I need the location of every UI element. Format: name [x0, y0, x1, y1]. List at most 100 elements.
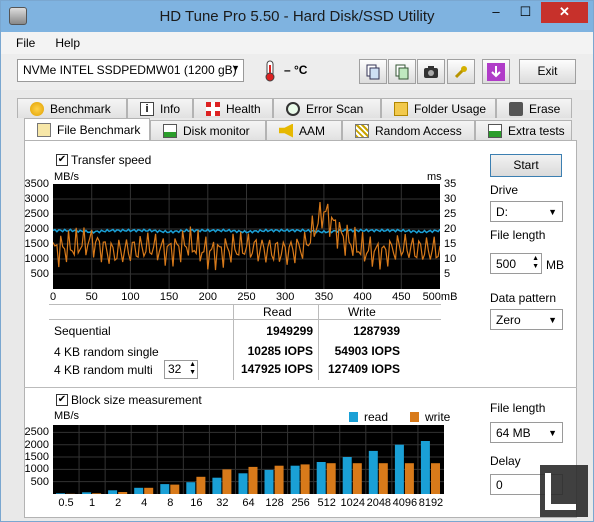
camera-icon	[424, 65, 438, 78]
write-bar	[431, 463, 440, 494]
write-bar	[378, 463, 388, 494]
y2-tick-label: 15	[444, 238, 457, 250]
block-size-checkbox[interactable]: ✔	[56, 394, 68, 406]
tab-label: Folder Usage	[414, 101, 487, 116]
copy-info-button[interactable]	[359, 59, 387, 84]
tab-health[interactable]: Health	[193, 98, 273, 118]
write-bar	[274, 465, 284, 494]
y2-tick-label: 35	[444, 178, 457, 190]
write-bar	[170, 484, 180, 494]
write-bar	[196, 476, 206, 494]
tab-random-access[interactable]: Random Access	[342, 120, 475, 140]
drive-label: Drive	[490, 183, 519, 197]
read-bar	[316, 462, 326, 494]
x-tick-label: 200	[198, 291, 217, 303]
screenshot-button[interactable]	[417, 59, 445, 84]
row-4kb-single-read: 10285 IOPS	[247, 344, 313, 358]
read-bar	[420, 441, 430, 494]
x-tick-label: 400	[353, 291, 372, 303]
health-cross-icon	[206, 101, 220, 116]
section-divider	[24, 387, 577, 388]
block-y-tick-label: 1000	[24, 463, 49, 476]
y2-tick-label: 10	[444, 253, 457, 265]
row-4kb-single-label: 4 KB random single	[54, 345, 159, 359]
row-sequential-label: Sequential	[54, 324, 111, 338]
options-button[interactable]	[447, 59, 475, 84]
window-title: HD Tune Pro 5.50 - Hard Disk/SSD Utility	[159, 8, 435, 25]
read-bar	[368, 450, 378, 494]
toolbar: NVMe INTEL SSDPEDMW01 (1200 gB) ▼ – °C E…	[1, 54, 593, 90]
tab-folder-usage[interactable]: Folder Usage	[381, 98, 496, 118]
tab-label: AAM	[299, 123, 326, 138]
delay-value: 0	[496, 478, 503, 492]
tab-label: Random Access	[375, 123, 462, 138]
temperature-readout: – °C	[284, 63, 308, 77]
row-4kb-single-write: 54903 IOPS	[334, 344, 400, 358]
data-pattern-dropdown[interactable]: Zero ▼	[490, 309, 563, 330]
data-pattern-value: Zero	[496, 313, 521, 327]
spinner-arrows-icon[interactable]: ▲ ▼	[189, 361, 196, 377]
write-bar	[326, 463, 336, 494]
menu-help[interactable]: Help	[55, 36, 80, 50]
x-tick-label: 250	[237, 291, 256, 303]
close-button[interactable]: ✕	[541, 2, 588, 23]
block-y-tick-label: 2500	[24, 426, 49, 439]
y-tick-label: 3500	[24, 178, 49, 190]
drive-letter-dropdown[interactable]: D: ▼	[490, 201, 563, 222]
extra-tests-icon	[488, 123, 502, 138]
tab-error-scan[interactable]: Error Scan	[273, 98, 381, 118]
tab-erase[interactable]: Erase	[496, 98, 572, 118]
y-tick-label: 2500	[24, 208, 49, 220]
menu-bar: File Help	[1, 32, 593, 54]
results-divider	[49, 304, 441, 305]
y-tick-label: 2000	[24, 223, 49, 235]
minimize-button[interactable]: –	[482, 2, 510, 23]
file-length-spinner[interactable]: 500 ▲ ▼	[490, 253, 542, 274]
tab-aam[interactable]: AAM	[266, 120, 342, 140]
y2-tick-label: 30	[444, 193, 457, 205]
menu-file[interactable]: File	[16, 36, 35, 50]
tab-extra-tests[interactable]: Extra tests	[475, 120, 572, 140]
title-bar[interactable]: HD Tune Pro 5.50 - Hard Disk/SSD Utility…	[1, 1, 593, 32]
delay-label: Delay	[490, 454, 521, 468]
start-button[interactable]: Start	[490, 154, 562, 177]
x-tick-label: 0	[49, 291, 57, 303]
copy-results-button[interactable]	[388, 59, 416, 84]
row-4kb-multi-read: 147925 IOPS	[240, 362, 313, 376]
tab-info[interactable]: i Info	[127, 98, 193, 118]
x-tick-label: 450	[392, 291, 411, 303]
tab-label: Erase	[529, 101, 561, 116]
file-length-unit: MB	[546, 258, 564, 272]
write-bar	[248, 466, 258, 494]
tab-label: Info	[160, 101, 181, 116]
read-bar	[212, 477, 222, 494]
x-tick-label: 100	[121, 291, 140, 303]
x-tick-label: 350	[314, 291, 334, 303]
y2-tick-label: 20	[444, 223, 457, 235]
monitor-chart-icon	[163, 123, 177, 138]
app-icon	[9, 7, 27, 25]
tab-label: Health	[226, 101, 261, 116]
queue-depth-spinner[interactable]: 32 ▲ ▼	[164, 360, 198, 379]
save-button[interactable]	[482, 59, 510, 84]
block-file-length-value: 64 MB	[496, 426, 531, 440]
transfer-speed-checkbox[interactable]: ✔	[56, 154, 68, 166]
spinner-arrows-icon[interactable]: ▲ ▼	[532, 255, 539, 271]
exit-button[interactable]: Exit	[519, 59, 576, 84]
y-tick-label: 3000	[24, 193, 49, 205]
tab-benchmark[interactable]: Benchmark	[17, 98, 127, 118]
drive-dropdown[interactable]: NVMe INTEL SSDPEDMW01 (1200 gB) ▼	[17, 59, 244, 82]
row-4kb-multi-write: 127409 IOPS	[327, 362, 400, 376]
tab-file-benchmark[interactable]: File Benchmark	[24, 118, 150, 140]
chevron-down-icon: ▼	[231, 63, 240, 73]
tab-label: Extra tests	[508, 123, 565, 138]
read-bar	[108, 490, 118, 494]
tab-disk-monitor[interactable]: Disk monitor	[150, 120, 266, 140]
x-tick-label: 500mB	[422, 291, 458, 303]
read-bar	[134, 487, 144, 494]
block-file-length-dropdown[interactable]: 64 MB ▼	[490, 422, 563, 443]
results-header-divider	[49, 319, 441, 320]
transfer-speed-chart	[53, 184, 440, 289]
maximize-button[interactable]: ☐	[512, 2, 539, 23]
file-length-label: File length	[490, 228, 546, 242]
